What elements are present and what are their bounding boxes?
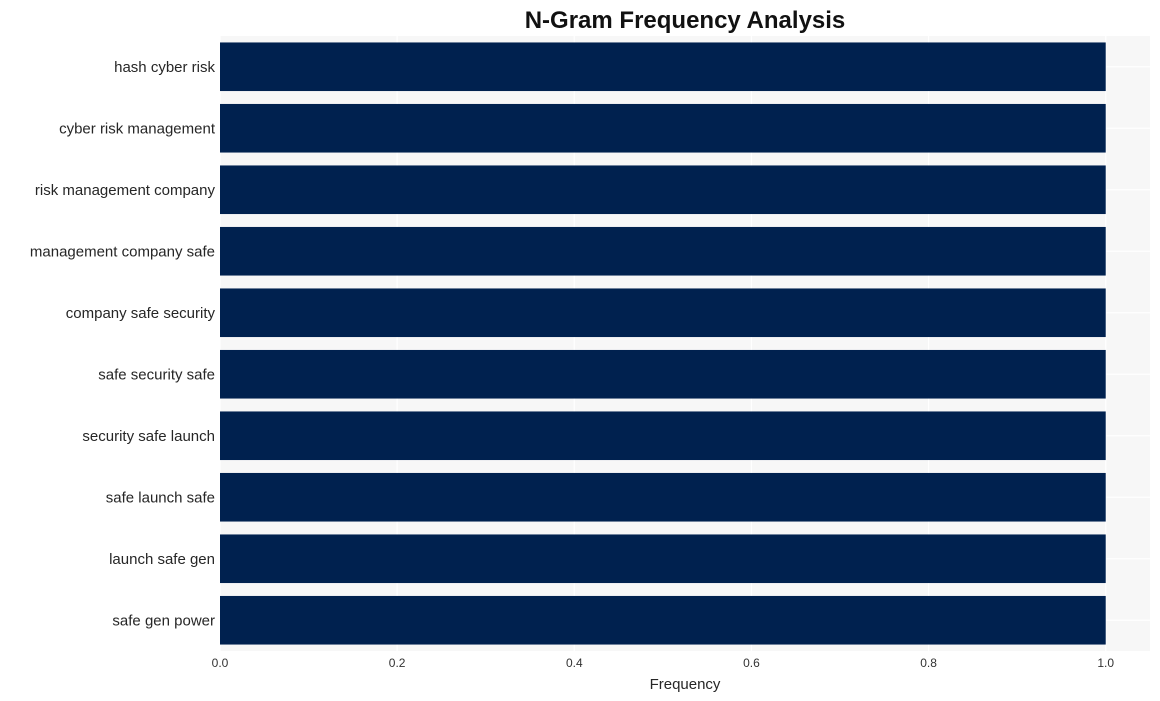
x-axis-label: Frequency [650,676,721,693]
bar [220,349,1106,399]
ngram-bar-chart: hash cyber risk cyber risk management risk… [30,7,1150,693]
x-tick-label: 0.6 [743,656,760,670]
x-tick-label: 0.8 [920,656,937,670]
y-tick-label: hash cyber risk [114,59,215,76]
bar [220,288,1106,338]
y-tick-label: safe gen power [112,612,215,629]
y-tick-label: safe security safe [98,366,215,383]
chart-title: N-Gram Frequency Analysis [525,7,846,34]
x-tick-label: 0.0 [212,656,229,670]
bar [220,472,1106,522]
bar [220,103,1106,153]
x-tick-label: 0.2 [389,656,406,670]
y-tick-label: risk management company [35,182,216,199]
bar [220,595,1106,645]
y-tick-label: company safe security [66,305,216,322]
y-tick-label: security safe launch [82,428,215,445]
bar [220,165,1106,215]
x-tick-label: 1.0 [1097,656,1114,670]
y-tick-label: cyber risk management [59,120,216,137]
y-tick-label: launch safe gen [109,551,215,568]
bar [220,411,1106,461]
y-tick-label: management company safe [30,243,215,260]
bar [220,42,1106,92]
x-tick-label: 0.4 [566,656,583,670]
bar [220,534,1106,584]
bar [220,226,1106,276]
x-axis-tick-labels: 0.0 0.2 0.4 0.6 0.8 1.0 [212,656,1115,670]
y-axis-tick-labels: hash cyber risk cyber risk management risk… [30,59,216,630]
y-tick-label: safe launch safe [106,489,215,506]
